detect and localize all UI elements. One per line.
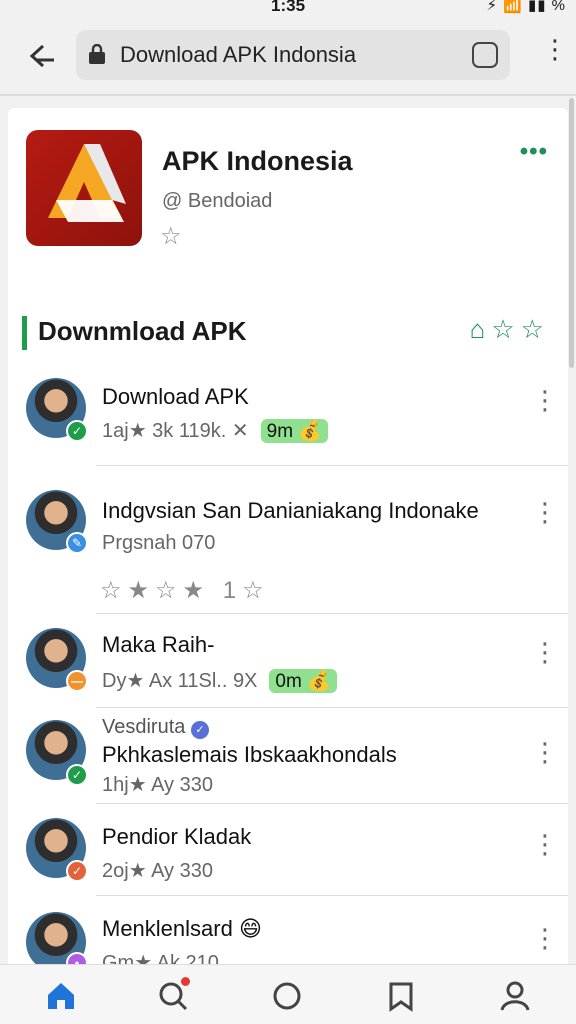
item-menu-icon[interactable]: ⋮ — [532, 499, 558, 525]
list-item[interactable]: • Menklenlsard 😄 Gm★ Ak 210 ⋮ — [8, 896, 568, 968]
bookmark-icon[interactable] — [384, 979, 418, 1013]
tab-switcher-icon[interactable] — [472, 42, 498, 68]
list-item[interactable]: ✎ Indgvsian San Danianiakang Indonake Pr… — [8, 466, 568, 614]
status-badge: ✓ — [66, 764, 88, 786]
item-menu-icon[interactable]: ⋮ — [532, 639, 558, 665]
browser-toolbar: Download APK Indonsia ⋮ — [0, 18, 576, 96]
address-bar[interactable]: Download APK Indonsia — [76, 30, 510, 80]
status-bar: 1:35 ⚡ 📶 ▮▮ % — [0, 0, 576, 18]
list-item[interactable]: ✓ Vesdiruta ✓ Pkhkaslemais Ibskaakhondal… — [8, 708, 568, 804]
star-icon[interactable]: ☆ — [160, 222, 182, 251]
home-icon[interactable] — [44, 979, 78, 1013]
item-meta: 2oj★ Ay 330 — [102, 860, 213, 882]
status-badge: — — [66, 670, 88, 692]
item-author: Vesdiruta ✓ — [102, 716, 209, 739]
verified-badge: ✎ — [66, 532, 88, 554]
status-time: 1:35 — [271, 0, 306, 15]
verified-badge: ✓ — [66, 420, 88, 442]
item-name: Pkhkaslemais Ibskaakhondals — [102, 742, 397, 767]
time-pill: 9m 💰 — [260, 419, 328, 443]
item-name: Indgvsian San Danianiakang Indonake — [102, 498, 479, 523]
profile-icon[interactable] — [498, 979, 532, 1013]
lock-icon — [89, 44, 105, 64]
item-meta: 1hj★ Ay 330 — [102, 774, 213, 796]
item-name: Maka Raih- — [102, 632, 215, 657]
status-badge: ✓ — [66, 860, 88, 882]
list-item[interactable]: ✓ Download APK 1aj★ 3k 119k. ✕ 9m 💰 ⋮ — [8, 366, 568, 466]
verified-icon: ✓ — [190, 721, 209, 739]
more-icon[interactable]: ••• — [520, 138, 548, 166]
app-logo — [26, 130, 142, 246]
time-pill: 0m 💰 — [269, 669, 337, 693]
item-menu-icon[interactable]: ⋮ — [532, 925, 558, 951]
section-actions: ⌂☆☆ — [470, 314, 550, 345]
item-name: Menklenlsard 😄 — [102, 916, 262, 941]
section-accent — [22, 316, 27, 350]
item-name: Pendior Kladak — [102, 824, 252, 849]
rating-stars[interactable]: ☆★☆★ 1☆ — [100, 576, 270, 605]
item-meta: Prgsnah 070 — [102, 532, 216, 554]
stars-icon[interactable]: ☆☆ — [491, 314, 550, 344]
page-content: APK Indonesia @ Bendoiad ☆ ••• Downmload… — [8, 108, 568, 968]
browser-menu-icon[interactable]: ⋮ — [542, 36, 568, 62]
status-icons: ⚡ 📶 ▮▮ % — [486, 0, 566, 14]
item-menu-icon[interactable]: ⋮ — [532, 831, 558, 857]
bottom-navigation — [0, 964, 576, 1024]
scrollbar[interactable] — [569, 98, 574, 368]
url-text: Download APK Indonsia — [120, 42, 357, 67]
section-title: Downmload APK — [38, 316, 247, 346]
item-meta: Dy★ Ax 11Sl.. 9X 0m 💰 — [102, 668, 337, 693]
item-meta: 1aj★ 3k 119k. ✕ 9m 💰 — [102, 418, 328, 443]
search-icon[interactable] — [156, 977, 190, 1013]
home-outline-icon[interactable]: ⌂ — [470, 314, 492, 344]
item-menu-icon[interactable]: ⋮ — [532, 387, 558, 413]
item-menu-icon[interactable]: ⋮ — [532, 739, 558, 765]
circle-icon[interactable] — [270, 979, 304, 1013]
list-item[interactable]: ✓ Pendior Kladak 2oj★ Ay 330 ⋮ — [8, 804, 568, 896]
app-handle: @ Bendoiad — [162, 190, 273, 212]
back-icon[interactable] — [22, 38, 58, 74]
list-item[interactable]: — Maka Raih- Dy★ Ax 11Sl.. 9X 0m 💰 ⋮ — [8, 614, 568, 708]
notification-dot — [181, 977, 190, 986]
app-title: APK Indonesia — [162, 146, 353, 176]
item-name: Download APK — [102, 384, 249, 409]
